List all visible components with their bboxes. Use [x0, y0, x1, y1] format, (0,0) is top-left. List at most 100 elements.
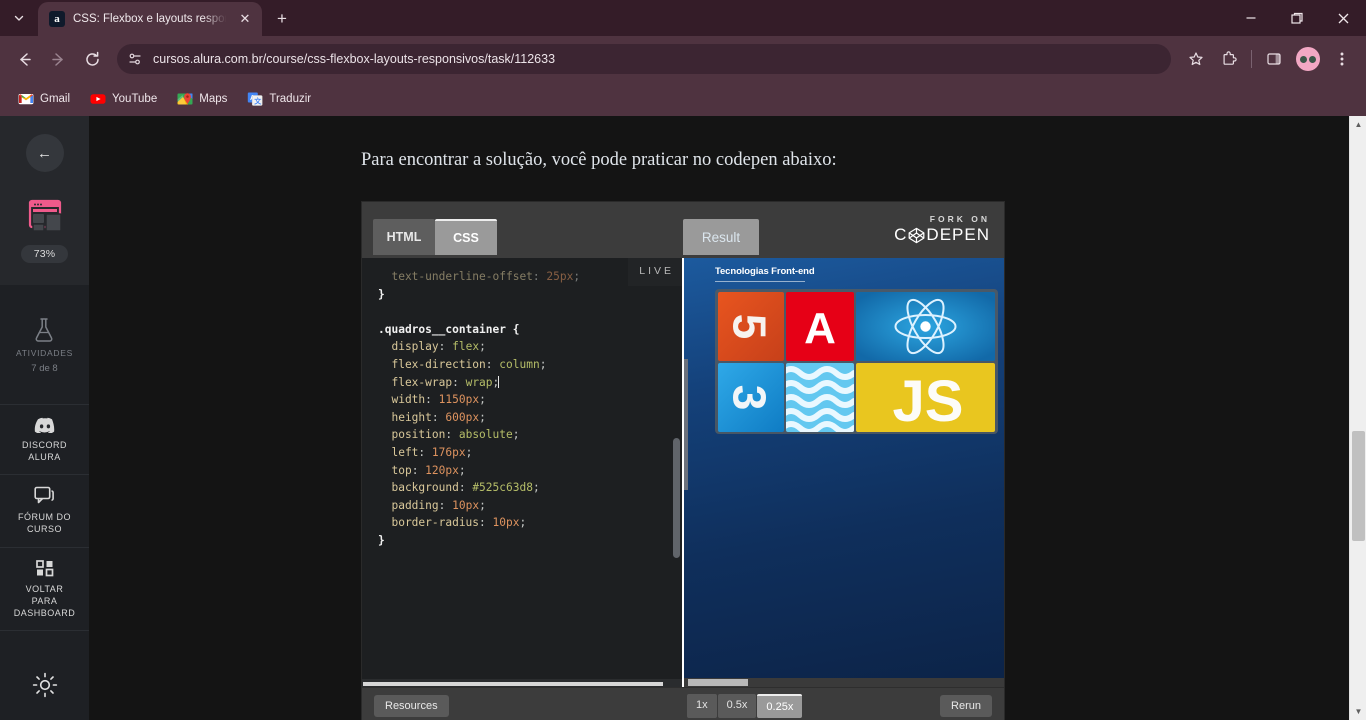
svg-text:A: A — [804, 304, 836, 353]
fork-on-codepen[interactable]: FORK ON C DEPEN — [894, 214, 990, 245]
window-controls — [1228, 0, 1366, 36]
discord-icon — [34, 417, 54, 433]
editor-horizontal-scrollbar[interactable] — [362, 679, 682, 687]
sidebar-item-discord[interactable]: DISCORD ALURA — [0, 404, 89, 474]
javascript-logo: JS — [856, 363, 995, 432]
codepen-mark — [908, 227, 925, 243]
gmail-icon — [18, 94, 34, 105]
extensions-icon[interactable] — [1213, 43, 1245, 75]
site-settings-icon[interactable] — [127, 51, 143, 67]
fork-on-label: FORK ON — [929, 214, 990, 224]
codepen-tab-result[interactable]: Result — [683, 219, 759, 255]
bookmark-traduzir[interactable]: A文 Traduzir — [239, 87, 319, 111]
codepen-body: text-underline-offset: 25px; } .quadros_… — [362, 258, 1004, 687]
page-scrollbar[interactable]: ▲ ▼ — [1349, 116, 1366, 720]
sass-logo — [786, 363, 854, 432]
sidebar-top-section: ← 73% — [0, 116, 89, 285]
sun-icon — [32, 672, 57, 698]
youtube-icon — [90, 94, 106, 104]
react-logo — [856, 292, 995, 361]
back-icon[interactable] — [8, 43, 40, 75]
html5-logo: 5 — [718, 292, 784, 361]
css3-logo: 3 — [718, 363, 784, 432]
sidebar-back-button[interactable]: ← — [25, 134, 64, 172]
browser-tab-active[interactable]: a CSS: Flexbox e layouts responsiv ✕ — [38, 2, 262, 36]
zoom-1x-button[interactable]: 1x — [687, 693, 717, 718]
sidebar-item-forum[interactable]: FÓRUM DO CURSO — [0, 474, 89, 546]
page-viewport: ← 73% ATIVIDADES 7 de 8 DISCORD ALURA FÓ… — [0, 116, 1366, 720]
course-sidebar: ← 73% ATIVIDADES 7 de 8 DISCORD ALURA FÓ… — [0, 116, 89, 720]
bookmark-gmail[interactable]: Gmail — [10, 87, 78, 111]
css-code-editor[interactable]: text-underline-offset: 25px; } .quadros_… — [362, 258, 682, 687]
tile-javascript: JS — [856, 363, 995, 432]
svg-text:3: 3 — [724, 385, 776, 411]
profile-avatar[interactable] — [1296, 47, 1320, 71]
tile-html5: 5 — [718, 292, 784, 361]
scroll-up-arrow-icon[interactable]: ▲ — [1350, 116, 1366, 133]
rerun-button[interactable]: Rerun — [940, 694, 992, 717]
scrollbar-thumb[interactable] — [688, 679, 748, 686]
chrome-menu-icon[interactable] — [1326, 43, 1358, 75]
bookmark-star-icon[interactable] — [1180, 43, 1212, 75]
codepen-footer: Resources 1x 0.5x 0.25x Rerun — [362, 687, 1004, 720]
editor-vertical-scrollbar[interactable] — [673, 438, 680, 558]
preview-heading: Tecnologias Front-end — [715, 266, 815, 277]
course-progress: 73% — [0, 198, 89, 263]
tile-angular: A — [786, 292, 854, 361]
quadros-container: 5 A 3 JS — [715, 289, 998, 434]
code-line: left: 176px; — [378, 445, 473, 459]
scroll-down-arrow-icon[interactable]: ▼ — [1350, 703, 1366, 720]
tile-css3: 3 — [718, 363, 784, 432]
address-bar[interactable]: cursos.alura.com.br/course/css-flexbox-l… — [117, 44, 1171, 74]
bookmark-youtube[interactable]: YouTube — [82, 87, 165, 111]
reload-icon[interactable] — [76, 43, 108, 75]
preview-horizontal-scrollbar[interactable] — [684, 678, 1004, 687]
sidebar-item-label: VOLTAR PARA DASHBOARD — [13, 583, 76, 618]
course-layout-icon — [28, 199, 62, 232]
activities-count: 7 de 8 — [31, 363, 58, 374]
zoom-0.5x-button[interactable]: 0.5x — [717, 693, 757, 718]
new-tab-button[interactable]: + — [268, 5, 296, 33]
code-line: height: 600px; — [378, 410, 486, 424]
preview-heading-underline — [715, 281, 805, 282]
bookmark-maps[interactable]: Maps — [169, 87, 235, 111]
codepen-result-preview: Tecnologias Front-end 5 A 3 JS — [682, 258, 1004, 687]
lesson-lead-text: Para encontrar a solução, você pode prat… — [361, 150, 837, 170]
tab-search-chevron-icon[interactable] — [6, 5, 32, 31]
scrollbar-thumb[interactable] — [363, 682, 663, 686]
preview-zoom-controls: 1x 0.5x 0.25x — [687, 693, 803, 718]
svg-text:JS: JS — [893, 369, 964, 432]
codepen-tab-css[interactable]: CSS — [435, 219, 497, 255]
translate-icon: A文 — [248, 92, 263, 106]
tab-search-area — [0, 0, 38, 36]
tab-title: CSS: Flexbox e layouts responsiv — [73, 13, 228, 25]
zoom-0.25x-button[interactable]: 0.25x — [757, 693, 803, 718]
url-text[interactable]: cursos.alura.com.br/course/css-flexbox-l… — [153, 52, 1161, 66]
bookmark-label: Traduzir — [269, 93, 312, 105]
code-line: flex-direction: column; — [378, 357, 547, 371]
sidebar-item-dashboard[interactable]: VOLTAR PARA DASHBOARD — [0, 546, 89, 631]
code-line: } — [378, 287, 385, 301]
minimize-icon[interactable] — [1228, 0, 1274, 36]
maximize-icon[interactable] — [1274, 0, 1320, 36]
sidebar-item-label: FÓRUM DO CURSO — [18, 512, 71, 535]
bookmark-label: YouTube — [112, 93, 158, 105]
tile-react — [856, 292, 995, 361]
lesson-content: Para encontrar a solução, você pode prat… — [89, 116, 1366, 720]
resources-button[interactable]: Resources — [374, 694, 449, 717]
sidebar-links: DISCORD ALURA FÓRUM DO CURSO VOLTAR PARA… — [0, 404, 89, 631]
theme-toggle-button[interactable] — [31, 671, 59, 704]
preview-vertical-scrollbar[interactable] — [684, 359, 688, 490]
codepen-tab-html[interactable]: HTML — [373, 219, 435, 255]
close-window-icon[interactable] — [1320, 0, 1366, 36]
side-panel-icon[interactable] — [1258, 43, 1290, 75]
page-scrollbar-thumb[interactable] — [1352, 431, 1365, 541]
browser-toolbar: cursos.alura.com.br/course/css-flexbox-l… — [0, 36, 1366, 82]
code-line: display: flex; — [378, 340, 486, 354]
forward-icon[interactable] — [42, 43, 74, 75]
close-tab-icon[interactable]: ✕ — [236, 11, 254, 27]
codepen-embed: HTML CSS Result FORK ON C DEPEN text-unde… — [361, 201, 1005, 720]
code-line: position: absolute; — [378, 428, 520, 442]
code-line: flex-wrap: wrap; — [378, 375, 500, 389]
